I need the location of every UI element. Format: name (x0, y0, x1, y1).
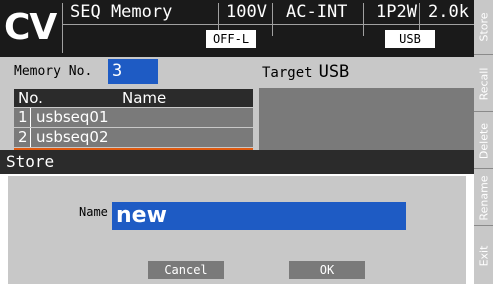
softkey-label: Recall (477, 67, 490, 101)
ok-button[interactable]: OK (289, 261, 365, 279)
softkey-rename[interactable]: Rename (474, 171, 493, 226)
target-label-text: Target (262, 65, 313, 81)
target-value: USB (318, 62, 350, 82)
divider (30, 128, 31, 147)
row-name: usbseq02 (36, 128, 109, 146)
dialog-title: Store (0, 150, 474, 174)
device-screen: CV SEQ Memory 100V AC-INT 1P2W 2.0k OFF-… (0, 0, 493, 284)
target-badge: USB (385, 30, 435, 48)
memory-number-field[interactable]: 3 (108, 59, 158, 84)
softkey-label: Rename (477, 175, 490, 221)
divider (30, 108, 31, 127)
divider (363, 3, 364, 36)
cancel-button[interactable]: Cancel (148, 261, 224, 279)
softkey-label: Store (477, 12, 490, 42)
row-name: usbseq01 (36, 108, 109, 126)
range-indicator: 2.0k (428, 2, 469, 22)
divider (272, 3, 273, 36)
store-dialog: Store Name new Cancel OK (0, 150, 474, 284)
column-header-name: Name (122, 89, 167, 107)
list-header: No. Name (14, 89, 253, 107)
list-item[interactable]: 1 usbseq01 (14, 108, 253, 127)
source-indicator: AC-INT (286, 2, 348, 22)
voltage-indicator: 100V (226, 2, 267, 22)
screen-title: SEQ Memory (70, 2, 173, 22)
dialog-body: Name new Cancel OK (8, 176, 466, 284)
softkey-exit[interactable]: Exit (474, 228, 493, 283)
output-status-badge: OFF-L (206, 30, 256, 48)
softkey-delete[interactable]: Delete (474, 114, 493, 169)
memory-number-label: Memory No. (14, 64, 93, 79)
divider (62, 24, 474, 25)
divider (62, 3, 63, 53)
list-item[interactable]: 2 usbseq02 (14, 128, 253, 147)
softkey-label: Delete (477, 122, 490, 160)
target-label: Target USB (262, 62, 349, 82)
name-input[interactable]: new (112, 202, 406, 230)
softkey-label: Exit (477, 245, 490, 266)
softkey-store[interactable]: Store (474, 0, 493, 55)
row-number: 1 (18, 108, 28, 126)
mode-indicator: CV (4, 7, 57, 48)
status-bar: CV SEQ Memory 100V AC-INT 1P2W 2.0k OFF-… (0, 0, 474, 56)
softkey-recall[interactable]: Recall (474, 57, 493, 112)
softkey-bar: Store Recall Delete Rename Exit (474, 0, 493, 284)
column-header-no: No. (18, 89, 43, 107)
name-label: Name (79, 205, 108, 219)
row-number: 2 (18, 128, 28, 146)
wiring-indicator: 1P2W (376, 2, 417, 22)
